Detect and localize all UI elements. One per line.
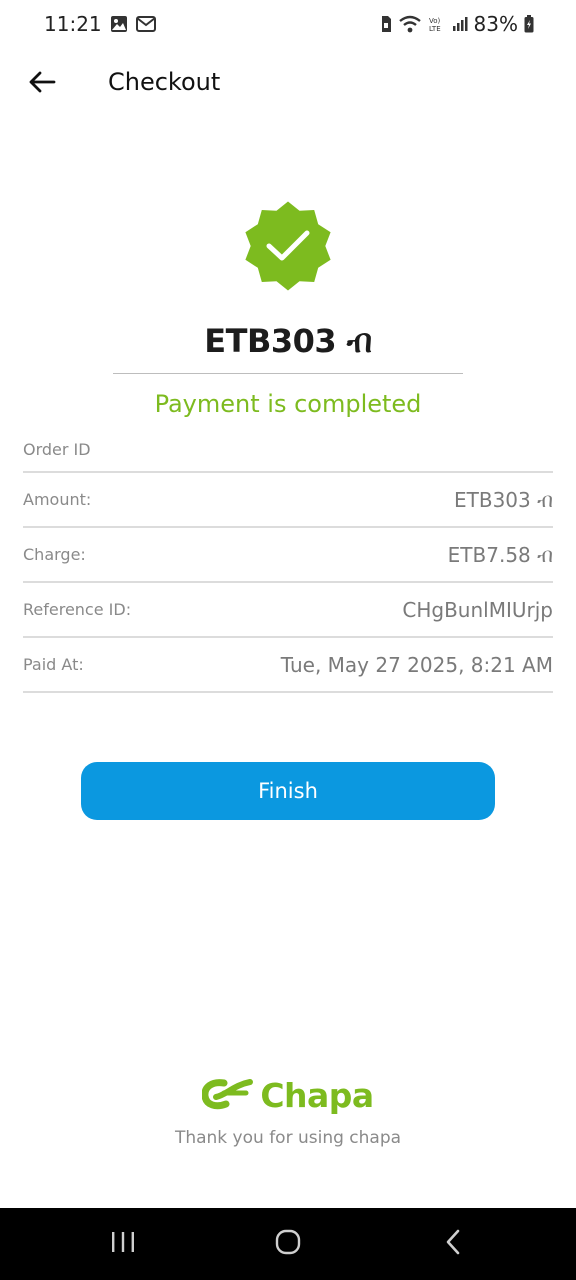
- nav-back-button[interactable]: [423, 1214, 483, 1274]
- sim-icon: [380, 15, 392, 33]
- system-nav-bar: [0, 1208, 576, 1280]
- brand-name: Chapa: [260, 1076, 374, 1115]
- svg-text:LTE: LTE: [429, 25, 441, 33]
- detail-value: Tue, May 27 2025, 8:21 AM: [280, 652, 553, 677]
- detail-label: Paid At:: [23, 655, 84, 674]
- thanks-text: Thank you for using chapa: [174, 1128, 402, 1148]
- status-right: Vo) LTE 83%: [380, 12, 534, 36]
- detail-row-order-id: Order ID: [23, 428, 553, 473]
- detail-row-amount: Amount: ETB303 ብ: [23, 473, 553, 528]
- page-title: Checkout: [108, 68, 221, 96]
- gmail-icon: [135, 16, 156, 32]
- battery-icon: [524, 15, 534, 33]
- home-icon: [274, 1228, 302, 1260]
- payment-details: Order ID Amount: ETB303 ብ Charge: ETB7.5…: [23, 428, 553, 693]
- chapa-logo: Chapa: [0, 1076, 576, 1115]
- detail-label: Charge:: [23, 545, 86, 564]
- checkout-screen: 11:21 Vo) LTE 83% Checkout ETB303 ብ Paym…: [0, 0, 576, 1280]
- app-bar: Checkout: [0, 56, 576, 112]
- battery-percent: 83%: [473, 12, 518, 36]
- detail-row-reference-id: Reference ID: CHgBunlMIUrjp: [23, 583, 553, 638]
- payment-status-text: Payment is completed: [154, 390, 422, 418]
- status-left: 11:21: [44, 12, 156, 36]
- detail-row-paid-at: Paid At: Tue, May 27 2025, 8:21 AM: [23, 638, 553, 693]
- back-icon: [444, 1229, 462, 1259]
- payment-amount: ETB303 ብ: [204, 322, 372, 360]
- recent-apps-button[interactable]: [93, 1214, 153, 1274]
- chapa-logo-icon: [201, 1077, 254, 1115]
- amount-divider: [113, 373, 463, 374]
- status-time: 11:21: [44, 12, 102, 36]
- gallery-icon: [110, 15, 128, 33]
- finish-button[interactable]: Finish: [81, 762, 495, 820]
- recent-apps-icon: [110, 1230, 136, 1258]
- detail-value: CHgBunlMIUrjp: [402, 597, 553, 622]
- svg-text:Vo): Vo): [429, 17, 441, 25]
- success-badge-icon: [238, 196, 338, 296]
- signal-icon: [452, 16, 468, 32]
- wifi-icon: [398, 15, 422, 33]
- detail-value: ETB303 ብ: [454, 487, 553, 512]
- back-button[interactable]: [22, 62, 62, 106]
- detail-value: ETB7.58 ብ: [447, 542, 553, 567]
- volte-icon: Vo) LTE: [428, 15, 446, 33]
- home-button[interactable]: [258, 1214, 318, 1274]
- detail-label: Order ID: [23, 440, 91, 459]
- status-bar: 11:21 Vo) LTE 83%: [0, 0, 576, 48]
- detail-label: Amount:: [23, 490, 92, 509]
- detail-label: Reference ID:: [23, 600, 132, 619]
- arrow-left-icon: [28, 70, 56, 98]
- detail-row-charge: Charge: ETB7.58 ብ: [23, 528, 553, 583]
